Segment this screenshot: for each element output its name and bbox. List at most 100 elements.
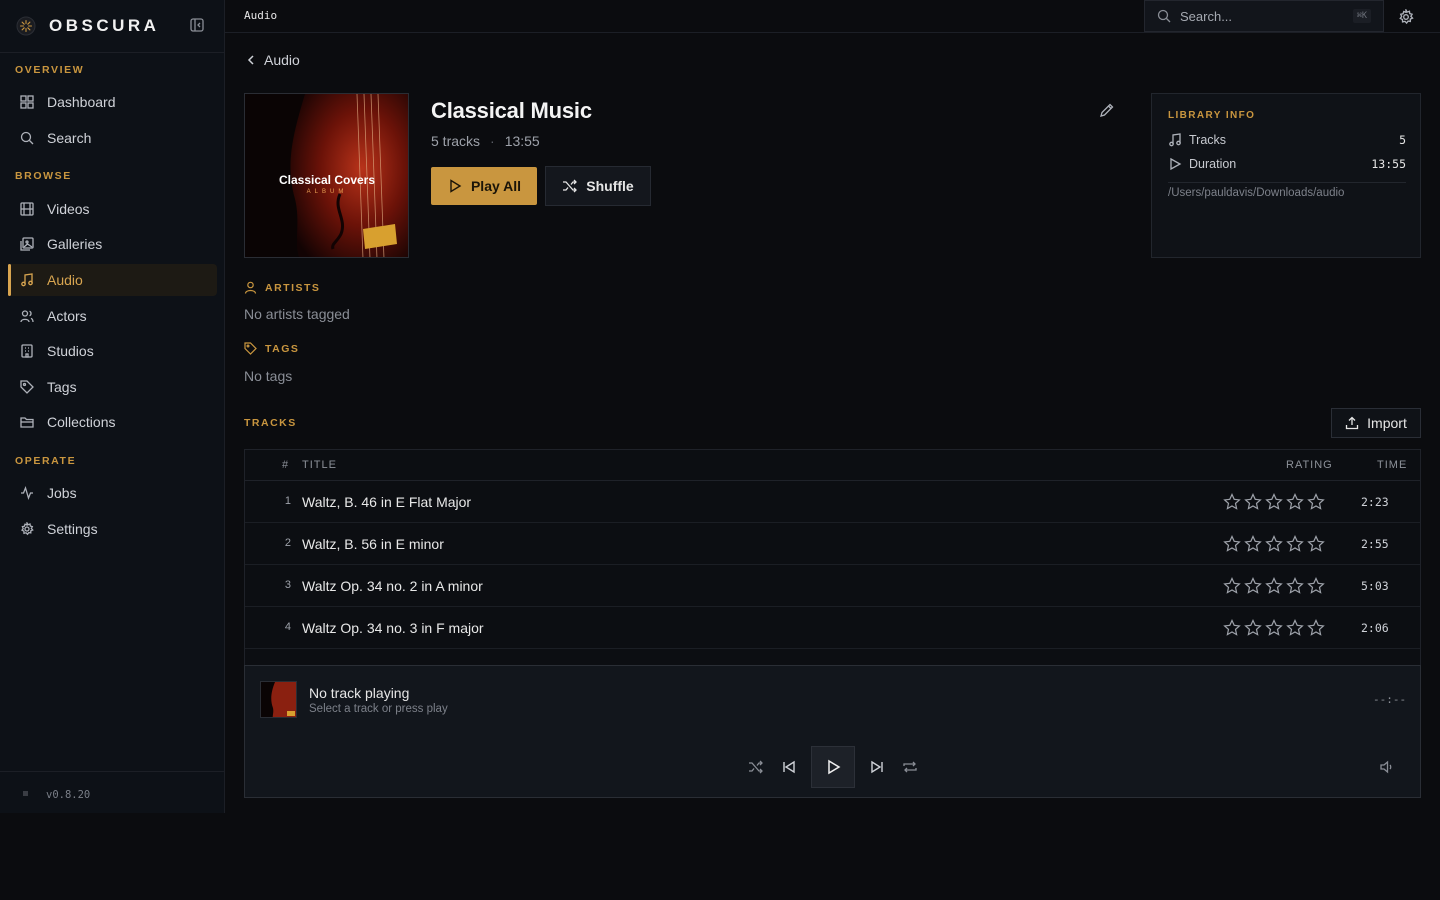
- skip-next-icon[interactable]: [869, 759, 885, 775]
- shuffle-label: Shuffle: [586, 178, 634, 194]
- star-icon[interactable]: [1265, 493, 1283, 511]
- star-icon[interactable]: [1286, 619, 1304, 637]
- sidebar-item-label: Search: [47, 130, 92, 146]
- sidebar-item-collections[interactable]: Collections: [8, 406, 217, 438]
- shuffle-button[interactable]: Shuffle: [545, 166, 651, 206]
- rating-stars[interactable]: [1223, 535, 1328, 553]
- album-cover: Classical Covers ALBUM: [244, 93, 409, 258]
- col-rating[interactable]: RATING: [1286, 459, 1333, 471]
- star-icon[interactable]: [1307, 619, 1325, 637]
- search-input[interactable]: Search... ⌘K: [1144, 0, 1384, 32]
- star-icon[interactable]: [1286, 535, 1304, 553]
- sidebar-item-jobs[interactable]: Jobs: [8, 477, 217, 509]
- sidebar-item-label: Studios: [47, 343, 94, 359]
- info-tracks-label: Tracks: [1189, 133, 1227, 147]
- edit-pencil-icon[interactable]: [1099, 102, 1117, 120]
- info-row-duration: Duration 13:55: [1168, 157, 1406, 171]
- star-icon[interactable]: [1286, 577, 1304, 595]
- star-icon[interactable]: [1307, 577, 1325, 595]
- rating-stars[interactable]: [1223, 493, 1328, 511]
- gear-icon: [19, 521, 35, 537]
- star-icon[interactable]: [1265, 535, 1283, 553]
- sidebar-item-label: Dashboard: [47, 94, 116, 110]
- star-icon[interactable]: [1223, 577, 1241, 595]
- table-row[interactable]: 4 Waltz Op. 34 no. 3 in F major 2:06: [245, 607, 1420, 649]
- rating-stars[interactable]: [1223, 577, 1328, 595]
- col-num: #: [282, 459, 290, 471]
- sidebar-item-label: Galleries: [47, 236, 103, 252]
- sidebar-item-tags[interactable]: Tags: [8, 371, 217, 403]
- col-time[interactable]: TIME: [1377, 459, 1407, 471]
- info-row-tracks: Tracks 5: [1168, 133, 1406, 147]
- sidebar-item-label: Videos: [47, 201, 90, 217]
- import-button[interactable]: Import: [1331, 408, 1421, 438]
- user-icon: [244, 281, 257, 294]
- star-icon[interactable]: [1265, 577, 1283, 595]
- building-icon: [19, 343, 35, 359]
- tracks-table: # TITLE RATING TIME 1 Waltz, B. 46 in E F…: [244, 449, 1421, 665]
- table-header: # TITLE RATING TIME: [245, 450, 1420, 481]
- sidebar-footer: v0.8.20: [0, 771, 225, 813]
- sidebar-item-settings[interactable]: Settings: [8, 513, 217, 545]
- table-row[interactable]: 2 Waltz, B. 56 in E minor 2:55: [245, 523, 1420, 565]
- rating-stars[interactable]: [1223, 619, 1328, 637]
- track-time: 5:03: [1361, 579, 1389, 593]
- sidebar-item-videos[interactable]: Videos: [8, 193, 217, 225]
- star-icon[interactable]: [1223, 619, 1241, 637]
- star-icon[interactable]: [1265, 619, 1283, 637]
- star-icon[interactable]: [1244, 619, 1262, 637]
- star-icon[interactable]: [1244, 577, 1262, 595]
- table-row[interactable]: 1 Waltz, B. 46 in E Flat Major 2:23: [245, 481, 1420, 523]
- brand[interactable]: OBSCURA: [16, 14, 159, 38]
- skip-previous-icon[interactable]: [781, 759, 797, 775]
- music-icon: [1168, 133, 1182, 147]
- play-all-label: Play All: [470, 178, 522, 194]
- player-bar: No track playing Select a track or press…: [244, 665, 1421, 798]
- repeat-icon[interactable]: [902, 759, 918, 775]
- play-all-button[interactable]: Play All: [431, 167, 537, 205]
- star-icon[interactable]: [1307, 535, 1325, 553]
- album-meta: 5 tracks · 13:55: [431, 133, 540, 149]
- artists-heading: ARTISTS: [244, 281, 320, 294]
- app: OBSCURA OVERVIEW Dashboard Search BROWSE…: [0, 0, 1440, 813]
- settings-gear-icon[interactable]: [1398, 9, 1414, 25]
- play-icon: [1168, 157, 1182, 171]
- tracks-heading: TRACKS: [244, 417, 297, 429]
- search-placeholder: Search...: [1180, 8, 1233, 24]
- star-icon[interactable]: [1307, 493, 1325, 511]
- shuffle-icon[interactable]: [748, 759, 764, 775]
- star-icon[interactable]: [1223, 535, 1241, 553]
- track-title: Waltz, B. 56 in E minor: [302, 536, 444, 552]
- back-link[interactable]: Audio: [244, 52, 300, 68]
- table-row[interactable]: 3 Waltz Op. 34 no. 2 in A minor 5:03: [245, 565, 1420, 607]
- col-title[interactable]: TITLE: [302, 459, 337, 471]
- album-title: Classical Music: [431, 98, 592, 123]
- sidebar-item-studios[interactable]: Studios: [8, 335, 217, 367]
- volume-icon[interactable]: [1379, 759, 1395, 775]
- player-thumbnail: [260, 681, 297, 718]
- grid-icon: [19, 94, 35, 110]
- track-count: 5 tracks: [431, 133, 481, 149]
- sidebar-item-label: Actors: [47, 308, 87, 324]
- breadcrumb: Audio: [244, 9, 278, 22]
- logo-icon: [16, 16, 36, 36]
- sidebar-item-label: Settings: [47, 521, 98, 537]
- sidebar-item-actors[interactable]: Actors: [8, 300, 217, 332]
- sidebar-item-audio[interactable]: Audio: [8, 264, 217, 296]
- sidebar-item-galleries[interactable]: Galleries: [8, 228, 217, 260]
- nav-section-browse: BROWSE: [15, 170, 72, 182]
- sidebar-item-search[interactable]: Search: [8, 122, 217, 154]
- info-duration-value: 13:55: [1371, 157, 1406, 171]
- star-icon[interactable]: [1244, 493, 1262, 511]
- album-duration: 13:55: [504, 133, 540, 149]
- sidebar-item-dashboard[interactable]: Dashboard: [8, 86, 217, 118]
- track-time: 2:06: [1361, 621, 1389, 635]
- sidebar-collapse-icon[interactable]: [188, 16, 206, 34]
- meta-separator: ·: [490, 133, 495, 149]
- star-icon[interactable]: [1223, 493, 1241, 511]
- star-icon[interactable]: [1244, 535, 1262, 553]
- search-icon: [19, 130, 35, 146]
- star-icon[interactable]: [1286, 493, 1304, 511]
- play-pause-button[interactable]: [811, 746, 855, 788]
- track-title: Waltz Op. 34 no. 3 in F major: [302, 620, 484, 636]
